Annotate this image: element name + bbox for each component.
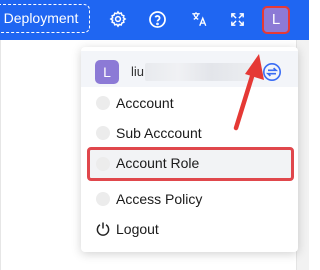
avatar: L [95,60,119,84]
switch-account-icon[interactable] [262,62,282,82]
dot-icon [96,96,110,110]
menu-user-header: L liu... [81,51,298,87]
menu-item-account-role[interactable]: Account Role [87,147,294,181]
dot-icon [96,126,110,140]
username-text: liu... [131,64,260,79]
menu-item-access-policy[interactable]: Access Policy [93,185,288,213]
user-dropdown-menu: L liu... Acccount Sub Acccount Account R… [81,47,298,252]
menu-item-sub-account[interactable]: Sub Acccount [93,119,288,147]
power-icon [95,221,111,237]
deployment-button[interactable]: Deployment [0,4,90,33]
user-avatar-button[interactable]: L [262,6,290,34]
translate-icon[interactable] [188,8,210,30]
menu-item-account[interactable]: Acccount [93,89,288,117]
dot-icon [96,192,110,206]
fullscreen-icon[interactable] [226,8,248,30]
menu-item-logout[interactable]: Logout [93,215,288,243]
redacted-username-blur [145,63,255,81]
top-header-bar: Deployment L [0,0,309,40]
dot-icon [96,157,110,171]
gear-icon[interactable] [107,8,129,30]
help-icon[interactable] [146,8,168,30]
page-divider [0,40,1,270]
